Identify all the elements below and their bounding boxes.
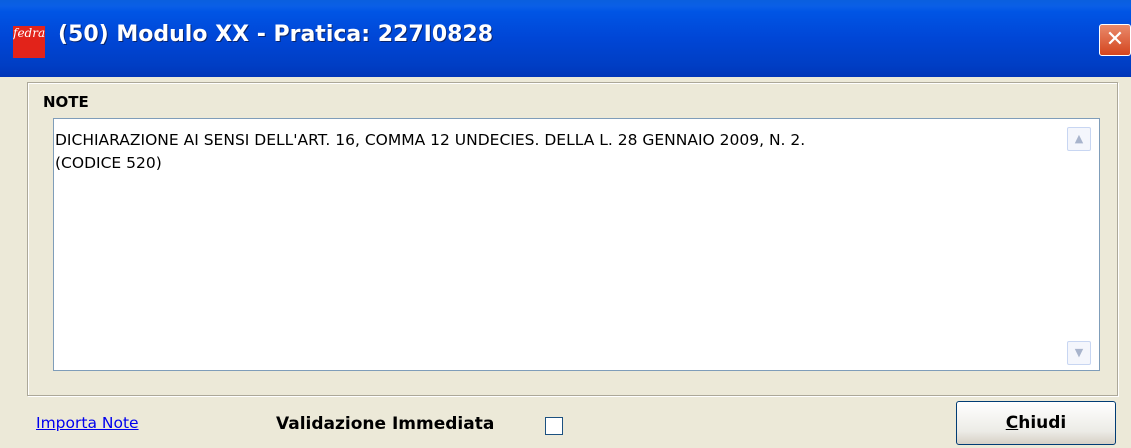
close-button[interactable]: Chiudi — [956, 401, 1116, 445]
close-window-button[interactable]: ✕ — [1099, 24, 1131, 56]
app-logo-icon: fedra — [13, 26, 45, 58]
validation-label: Validazione Immediata — [276, 414, 495, 434]
import-notes-link[interactable]: Importa Note — [36, 414, 139, 432]
scroll-up-arrow-icon[interactable]: ▲ — [1067, 127, 1091, 151]
title-bar[interactable]: fedra (50) Modulo XX - Pratica: 227I0828… — [0, 0, 1131, 77]
notes-label: NOTE — [43, 93, 89, 111]
validation-checkbox[interactable] — [545, 417, 563, 435]
window-title: (50) Modulo XX - Pratica: 227I0828 — [58, 22, 494, 47]
notes-textarea[interactable]: DICHIARAZIONE AI SENSI DELL'ART. 16, COM… — [53, 118, 1100, 371]
close-button-accel: C — [1005, 413, 1019, 433]
notes-content: DICHIARAZIONE AI SENSI DELL'ART. 16, COM… — [55, 131, 806, 172]
close-button-label: hiudi — [1018, 413, 1067, 433]
scroll-down-arrow-icon[interactable]: ▼ — [1067, 341, 1091, 365]
scrollbar[interactable]: ▲ ▼ — [1067, 119, 1099, 370]
